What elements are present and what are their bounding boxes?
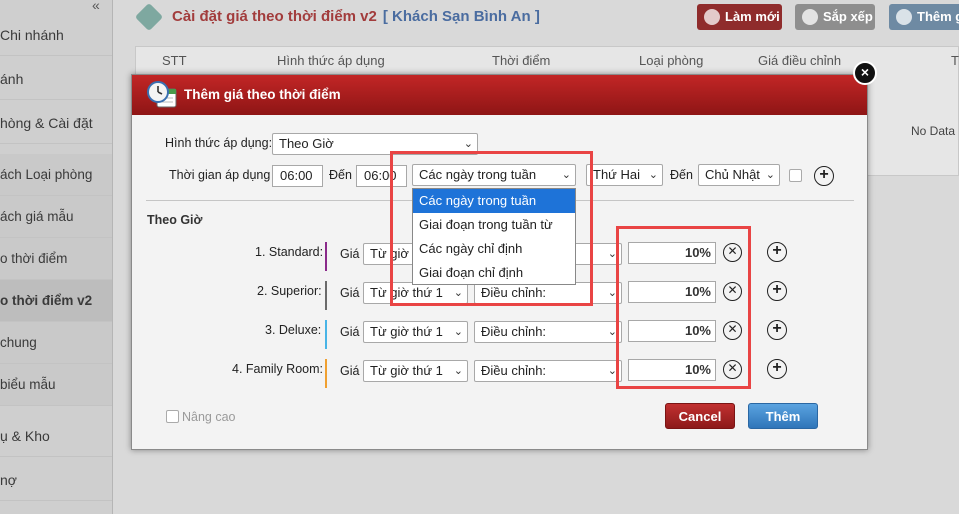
- adjust-select[interactable]: Điều chỉnh: ⌄: [474, 282, 622, 304]
- percent-input[interactable]: 10%: [628, 320, 716, 342]
- percent-input[interactable]: 10%: [628, 242, 716, 264]
- advanced-label: Nâng cao: [182, 410, 236, 424]
- day-to-select[interactable]: Chủ Nhật ⌄: [698, 164, 780, 186]
- price-label: Giá: [340, 325, 360, 339]
- chevron-down-icon: ⌄: [607, 248, 617, 260]
- add-time-plus-icon[interactable]: +: [814, 166, 834, 186]
- hour-from-select[interactable]: Từ giờ thứ 1 ⌄: [363, 360, 468, 382]
- time-from-input[interactable]: 06:00: [272, 165, 323, 187]
- chevron-down-icon: ⌄: [453, 326, 463, 338]
- hour-from-value: Từ giờ thứ 1: [370, 363, 443, 378]
- to-label-2: Đến: [670, 168, 693, 182]
- percent-input[interactable]: 10%: [628, 281, 716, 303]
- day-from-value: Thứ Hai: [593, 167, 640, 182]
- room-color-bar: [325, 281, 327, 310]
- period-value: Các ngày trong tuần: [419, 167, 537, 182]
- percent-input[interactable]: 10%: [628, 359, 716, 381]
- room-color-bar: [325, 359, 327, 388]
- chevron-down-icon: ⌄: [453, 365, 463, 377]
- day-checkbox[interactable]: [789, 169, 802, 182]
- dropdown-option-weekdays[interactable]: Các ngày trong tuần: [413, 189, 575, 213]
- room-color-bar: [325, 320, 327, 349]
- adjust-value: Điều chỉnh:: [481, 285, 547, 300]
- time-to-input[interactable]: 06:00: [356, 165, 407, 187]
- adjust-select[interactable]: Điều chỉnh: ⌄: [474, 321, 622, 343]
- close-icon[interactable]: ×: [853, 61, 877, 85]
- hour-from-value: Từ giờ thứ 1: [370, 285, 443, 300]
- remove-icon[interactable]: ✕: [723, 243, 742, 262]
- hour-from-select[interactable]: Từ giờ thứ 1 ⌄: [363, 282, 468, 304]
- time-label: Thời gian áp dụng: [169, 168, 271, 182]
- add-submit-button[interactable]: Thêm: [748, 403, 818, 429]
- dropdown-option-specific-days[interactable]: Các ngày chỉ định: [413, 237, 575, 261]
- cancel-button[interactable]: Cancel: [665, 403, 735, 429]
- price-label: Giá: [340, 247, 360, 261]
- room-name-deluxe: 3. Deluxe:: [265, 323, 322, 337]
- chevron-down-icon: ⌄: [607, 365, 617, 377]
- chevron-down-icon: ⌄: [607, 287, 617, 299]
- remove-icon[interactable]: ✕: [723, 321, 742, 340]
- advanced-checkbox[interactable]: [166, 410, 179, 423]
- apply-type-select[interactable]: Theo Giờ ⌄: [272, 133, 478, 155]
- room-color-bar: [325, 242, 327, 271]
- adjust-value: Điều chỉnh:: [481, 324, 547, 339]
- price-label: Giá: [340, 286, 360, 300]
- remove-icon[interactable]: ✕: [723, 282, 742, 301]
- to-label: Đến: [329, 168, 352, 182]
- adjust-select[interactable]: Điều chỉnh: ⌄: [474, 360, 622, 382]
- dropdown-option-specific-range[interactable]: Giai đoạn chỉ định: [413, 261, 575, 285]
- room-name-superior: 2. Superior:: [257, 284, 322, 298]
- chevron-down-icon: ⌄: [765, 169, 775, 181]
- room-name-family: 4. Family Room:: [232, 362, 323, 376]
- chevron-down-icon: ⌄: [648, 169, 658, 181]
- calendar-clock-icon: [147, 81, 177, 108]
- chevron-down-icon: ⌄: [607, 326, 617, 338]
- adjust-value: Điều chỉnh:: [481, 363, 547, 378]
- apply-type-value: Theo Giờ: [279, 136, 334, 151]
- hour-from-select[interactable]: Từ giờ thứ 1 ⌄: [363, 321, 468, 343]
- chevron-down-icon: ⌄: [561, 169, 571, 181]
- period-select[interactable]: Các ngày trong tuần ⌄: [412, 164, 576, 186]
- dropdown-option-week-range[interactable]: Giai đoạn trong tuần từ: [413, 213, 575, 237]
- apply-type-label: Hình thức áp dụng:: [165, 136, 273, 150]
- add-row-plus-icon[interactable]: +: [767, 281, 787, 301]
- period-dropdown-list: Các ngày trong tuần Giai đoạn trong tuần…: [412, 188, 576, 285]
- hour-from-value: Từ giờ: [370, 246, 409, 261]
- price-label: Giá: [340, 364, 360, 378]
- chevron-down-icon: ⌄: [463, 138, 473, 150]
- advanced-option[interactable]: Nâng cao: [166, 410, 236, 424]
- modal-title: Thêm giá theo thời điểm: [184, 87, 341, 102]
- add-row-plus-icon[interactable]: +: [767, 242, 787, 262]
- remove-icon[interactable]: ✕: [723, 360, 742, 379]
- hour-from-value: Từ giờ thứ 1: [370, 324, 443, 339]
- add-row-plus-icon[interactable]: +: [767, 320, 787, 340]
- section-title: Theo Giờ: [147, 213, 203, 227]
- day-to-value: Chủ Nhật: [705, 167, 760, 182]
- chevron-down-icon: ⌄: [453, 287, 463, 299]
- modal-header: Thêm giá theo thời điểm: [132, 75, 867, 115]
- day-from-select[interactable]: Thứ Hai ⌄: [586, 164, 663, 186]
- room-name-standard: 1. Standard:: [255, 245, 324, 259]
- add-row-plus-icon[interactable]: +: [767, 359, 787, 379]
